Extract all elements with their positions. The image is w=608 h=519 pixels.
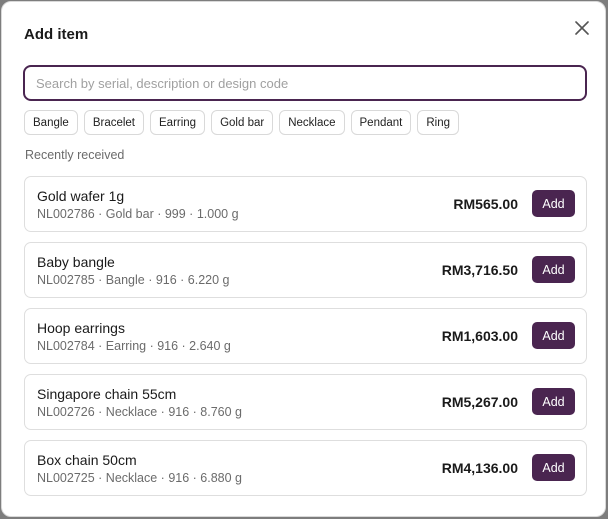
dialog-title: Add item <box>24 26 89 43</box>
item-meta: NL002725 · Necklace · 916 · 6.880 g <box>37 471 242 485</box>
chip-ring[interactable]: Ring <box>417 110 460 135</box>
category-filter-chips: Bangle Bracelet Earring Gold bar Necklac… <box>24 110 460 135</box>
add-button[interactable]: Add <box>532 322 575 349</box>
item-price: RM4,136.00 <box>441 460 518 476</box>
add-button[interactable]: Add <box>532 256 575 283</box>
add-button[interactable]: Add <box>532 454 575 481</box>
item-price: RM1,603.00 <box>441 328 518 344</box>
list-item: Box chain 50cm NL002725 · Necklace · 916… <box>24 440 587 496</box>
item-meta: NL002786 · Gold bar · 999 · 1.000 g <box>37 207 239 221</box>
chip-bangle[interactable]: Bangle <box>24 110 78 135</box>
chip-necklace[interactable]: Necklace <box>279 110 345 135</box>
item-price: RM3,716.50 <box>441 262 518 278</box>
list-item: Gold wafer 1g NL002786 · Gold bar · 999 … <box>24 176 587 232</box>
item-name: Box chain 50cm <box>37 452 137 468</box>
add-item-dialog: Add item Bangle Bracelet Earring Gold ba… <box>1 1 606 517</box>
item-meta: NL002726 · Necklace · 916 · 8.760 g <box>37 405 242 419</box>
list-item: Baby bangle NL002785 · Bangle · 916 · 6.… <box>24 242 587 298</box>
item-name: Baby bangle <box>37 254 115 270</box>
section-label: Recently received <box>25 148 125 162</box>
chip-earring[interactable]: Earring <box>150 110 206 135</box>
item-price: RM5,267.00 <box>441 394 518 410</box>
chip-gold-bar[interactable]: Gold bar <box>211 110 274 135</box>
close-icon <box>575 21 589 35</box>
close-button[interactable] <box>571 17 593 39</box>
chip-pendant[interactable]: Pendant <box>350 110 412 135</box>
item-meta: NL002785 · Bangle · 916 · 6.220 g <box>37 273 230 287</box>
search-input[interactable] <box>23 65 587 101</box>
item-name: Hoop earrings <box>37 320 125 336</box>
add-button[interactable]: Add <box>532 388 575 415</box>
list-item: Singapore chain 55cm NL002726 · Necklace… <box>24 374 587 430</box>
item-meta: NL002784 · Earring · 916 · 2.640 g <box>37 339 231 353</box>
list-item: Hoop earrings NL002784 · Earring · 916 ·… <box>24 308 587 364</box>
chip-bracelet[interactable]: Bracelet <box>83 110 144 135</box>
item-name: Gold wafer 1g <box>37 188 125 204</box>
add-button[interactable]: Add <box>532 190 575 217</box>
item-name: Singapore chain 55cm <box>37 386 177 402</box>
recent-items-list: Gold wafer 1g NL002786 · Gold bar · 999 … <box>24 176 587 506</box>
item-price: RM565.00 <box>453 196 518 212</box>
